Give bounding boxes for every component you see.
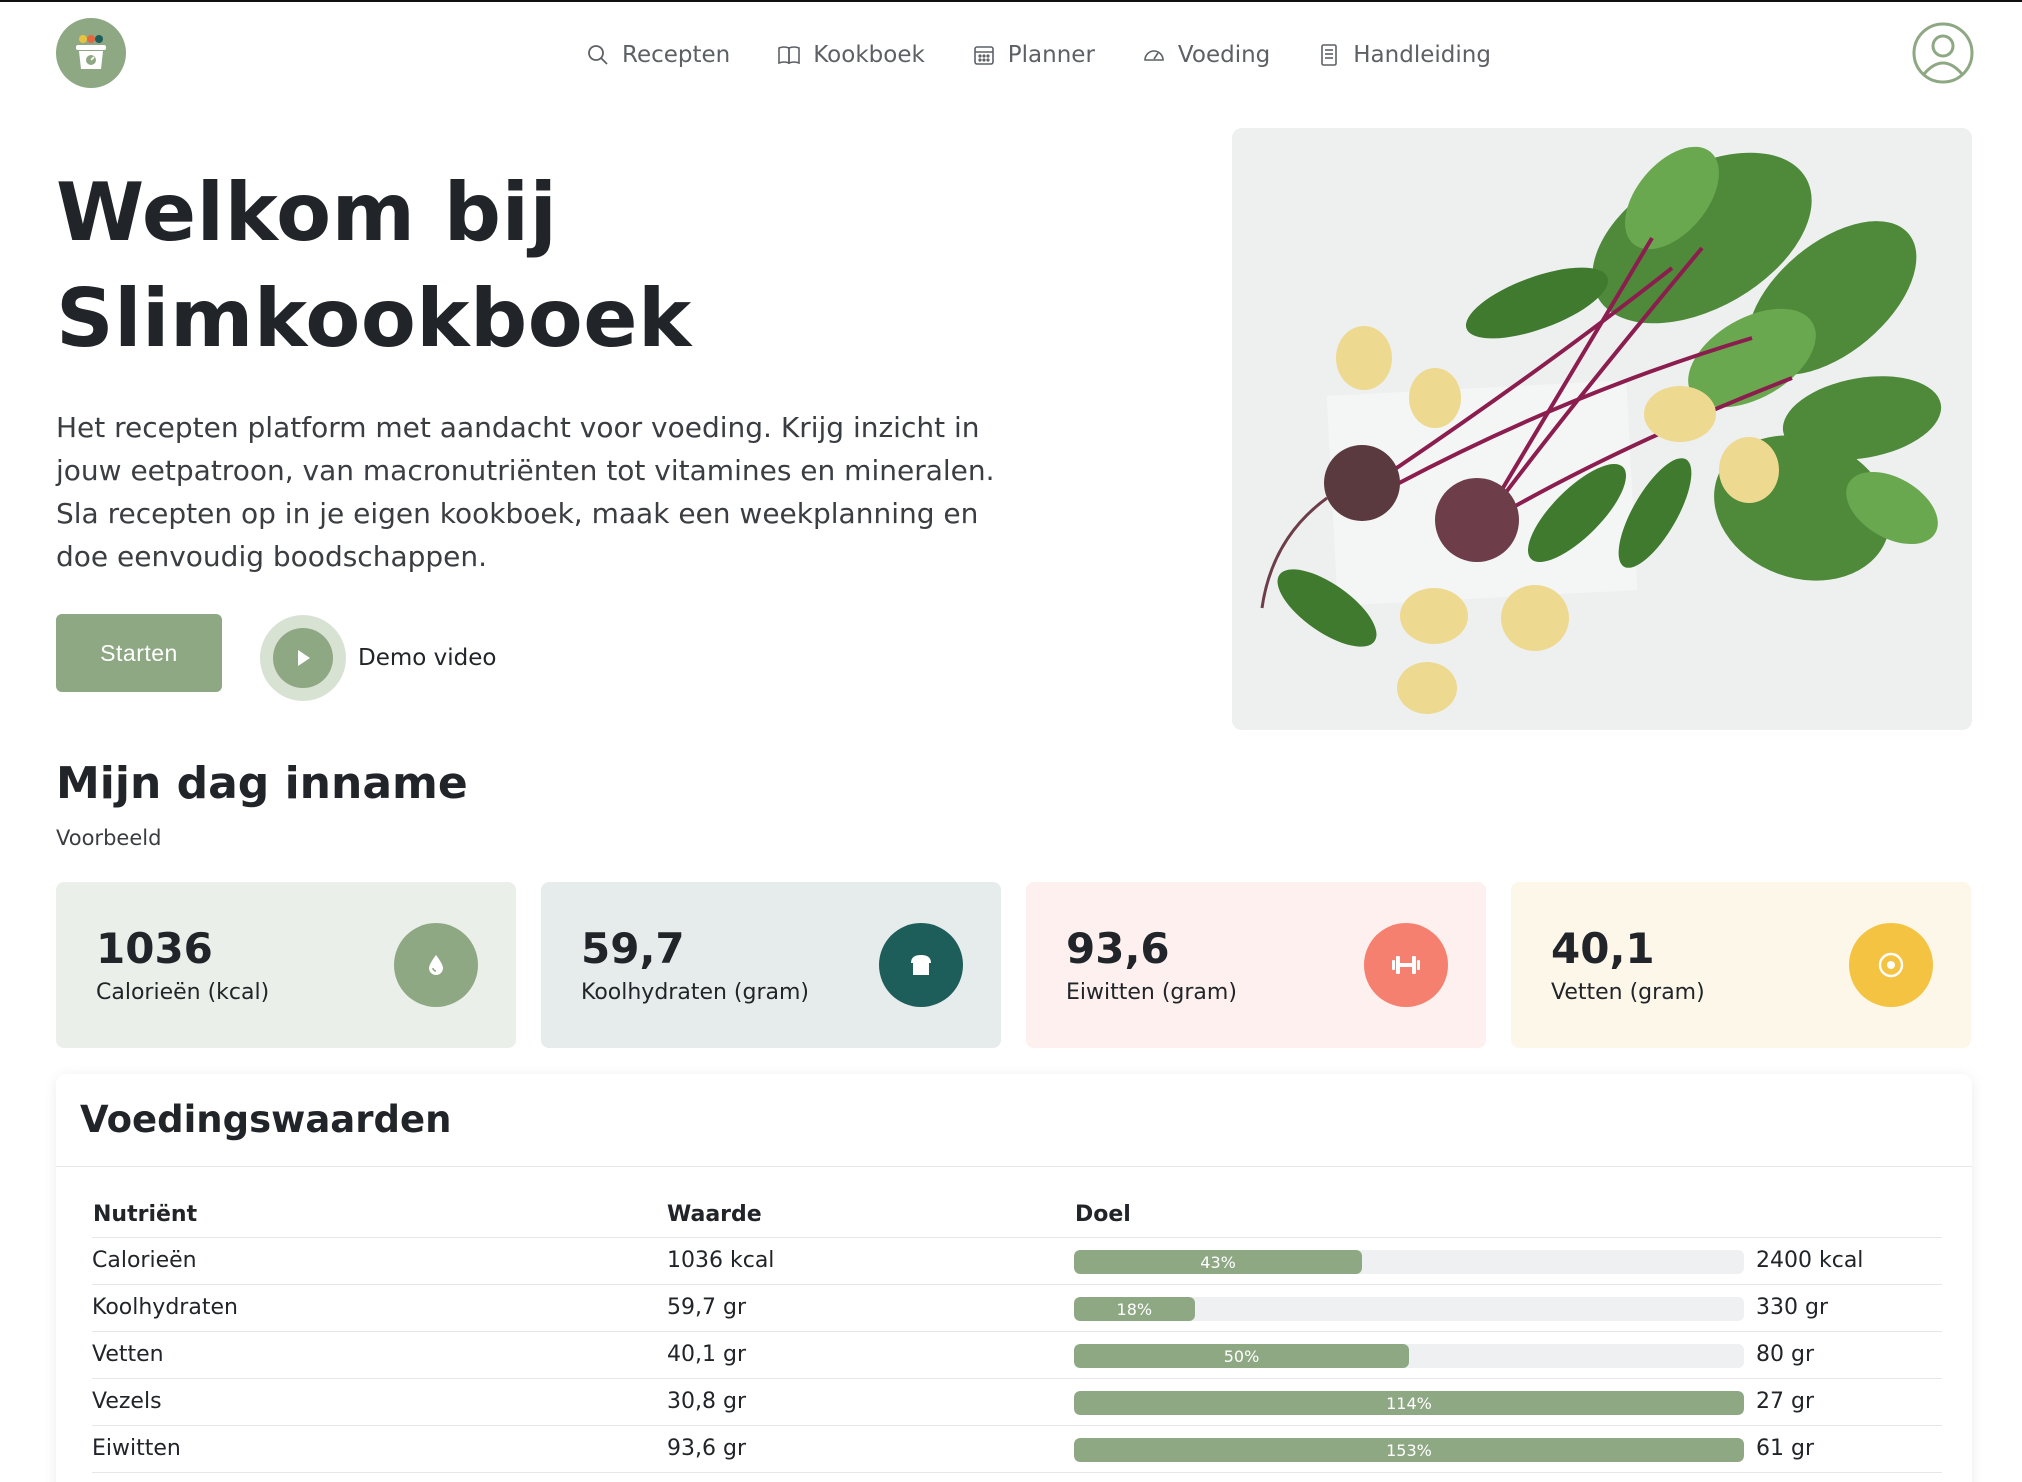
stat-icon-circle bbox=[1364, 923, 1448, 1007]
bread-icon bbox=[911, 955, 931, 975]
progress-bar: 153% bbox=[1074, 1438, 1744, 1462]
stat-card-fats: 40,1 Vetten (gram) bbox=[1511, 882, 1971, 1048]
progress-fill: 50% bbox=[1074, 1344, 1409, 1368]
progress-fill: 43% bbox=[1074, 1250, 1363, 1274]
nutrition-title: Voedingswaarden bbox=[80, 1098, 452, 1141]
row-divider bbox=[92, 1237, 1942, 1238]
nav-planner[interactable]: Planner bbox=[972, 42, 1095, 68]
document-icon bbox=[1321, 44, 1338, 66]
dumbbell-icon bbox=[1392, 956, 1420, 974]
stat-value: 40,1 bbox=[1551, 924, 1655, 973]
nutrient-value: 30,8 gr bbox=[667, 1389, 746, 1414]
nutrient-value: 1036 kcal bbox=[667, 1248, 775, 1273]
progress-fill: 18% bbox=[1074, 1297, 1195, 1321]
hero-lead: Het recepten platform met aandacht voor … bbox=[56, 411, 995, 573]
stat-label: Eiwitten (gram) bbox=[1066, 980, 1237, 1005]
col-header-goal: Doel bbox=[1075, 1202, 1131, 1227]
nav-recepten[interactable]: Recepten bbox=[586, 42, 730, 68]
day-intake-subtitle: Voorbeeld bbox=[56, 826, 162, 850]
nutrition-panel: Voedingswaarden Nutriënt Waarde Doel Cal… bbox=[56, 1074, 1972, 1482]
target-icon bbox=[1878, 952, 1904, 978]
speedometer-icon bbox=[1144, 50, 1164, 61]
demo-video-button[interactable]: Demo video bbox=[260, 615, 496, 701]
stat-card-protein: 93,6 Eiwitten (gram) bbox=[1026, 882, 1486, 1048]
hero-image-vegetables bbox=[1232, 128, 1972, 730]
divider bbox=[56, 1166, 1972, 1167]
nav-label: Voeding bbox=[1177, 42, 1271, 68]
progress-fill: 153% bbox=[1074, 1438, 1744, 1462]
nutrient-goal: 61 gr bbox=[1756, 1436, 1814, 1461]
col-header-nutrient: Nutriënt bbox=[93, 1202, 198, 1227]
book-icon bbox=[778, 46, 801, 65]
stat-card-calories: 1036 Calorieën (kcal) bbox=[56, 882, 516, 1048]
nav-kookboek[interactable]: Kookboek bbox=[777, 42, 925, 68]
nutrient-name: Vezels bbox=[92, 1389, 162, 1414]
user-icon bbox=[1912, 22, 1974, 84]
row-divider bbox=[92, 1378, 1942, 1379]
start-button[interactable]: Starten bbox=[56, 614, 222, 692]
nutrient-value: 59,7 gr bbox=[667, 1295, 746, 1320]
nav-label: Recepten bbox=[622, 42, 731, 68]
main-nav: Recepten Kookboek Planner Voeding Handle… bbox=[586, 30, 1491, 80]
nutrient-value: 93,6 gr bbox=[667, 1436, 746, 1461]
progress-bar: 114% bbox=[1074, 1391, 1744, 1415]
stat-label: Vetten (gram) bbox=[1551, 980, 1705, 1005]
nutrient-name: Koolhydraten bbox=[92, 1295, 238, 1320]
progress-fill: 114% bbox=[1074, 1391, 1744, 1415]
row-divider bbox=[92, 1472, 1942, 1473]
nutrient-name: Vetten bbox=[92, 1342, 164, 1367]
stat-card-carbs: 59,7 Koolhydraten (gram) bbox=[541, 882, 1001, 1048]
stat-icon-circle bbox=[1849, 923, 1933, 1007]
stat-label: Calorieën (kcal) bbox=[96, 980, 270, 1005]
row-divider bbox=[92, 1331, 1942, 1332]
stat-value: 93,6 bbox=[1066, 924, 1170, 973]
drop-icon bbox=[429, 955, 443, 975]
hero-title-line: Slimkookboek bbox=[56, 272, 692, 365]
nav-label: Handleiding bbox=[1353, 42, 1491, 68]
kitchen-scale-icon bbox=[76, 35, 106, 69]
search-icon bbox=[588, 45, 608, 65]
day-intake-title: Mijn dag inname bbox=[56, 758, 468, 809]
navbar: Recepten Kookboek Planner Voeding Handle… bbox=[0, 2, 2022, 102]
stat-label: Koolhydraten (gram) bbox=[581, 980, 810, 1005]
row-divider bbox=[92, 1284, 1942, 1285]
nav-handleiding[interactable]: Handleiding bbox=[1317, 42, 1491, 68]
play-button[interactable] bbox=[260, 615, 346, 701]
hero-title-line: Welkom bij bbox=[56, 166, 558, 259]
nav-label: Planner bbox=[1007, 42, 1095, 68]
hero-title: Welkom bij Slimkookboek bbox=[56, 160, 1056, 372]
nav-voeding[interactable]: Voeding bbox=[1142, 42, 1270, 68]
col-header-value: Waarde bbox=[667, 1202, 762, 1227]
stat-value: 59,7 bbox=[581, 924, 685, 973]
nav-label: Kookboek bbox=[813, 42, 925, 68]
play-icon bbox=[298, 650, 310, 666]
nutrient-name: Calorieën bbox=[92, 1248, 197, 1273]
nutrient-value: 40,1 gr bbox=[667, 1342, 746, 1367]
user-avatar[interactable] bbox=[1912, 22, 1974, 84]
demo-video-label: Demo video bbox=[358, 645, 497, 671]
progress-bar: 50% bbox=[1074, 1344, 1744, 1368]
progress-bar: 18% bbox=[1074, 1297, 1744, 1321]
logo[interactable] bbox=[56, 18, 126, 88]
stat-icon-circle bbox=[394, 923, 478, 1007]
nutrient-name: Eiwitten bbox=[92, 1436, 181, 1461]
nutrient-goal: 2400 kcal bbox=[1756, 1248, 1864, 1273]
row-divider bbox=[92, 1425, 1942, 1426]
nutrient-goal: 27 gr bbox=[1756, 1389, 1814, 1414]
calendar-icon bbox=[973, 46, 994, 65]
nutrient-goal: 80 gr bbox=[1756, 1342, 1814, 1367]
stat-icon-circle bbox=[879, 923, 963, 1007]
progress-bar: 43% bbox=[1074, 1250, 1744, 1274]
nutrient-goal: 330 gr bbox=[1756, 1295, 1828, 1320]
stat-value: 1036 bbox=[96, 924, 213, 973]
